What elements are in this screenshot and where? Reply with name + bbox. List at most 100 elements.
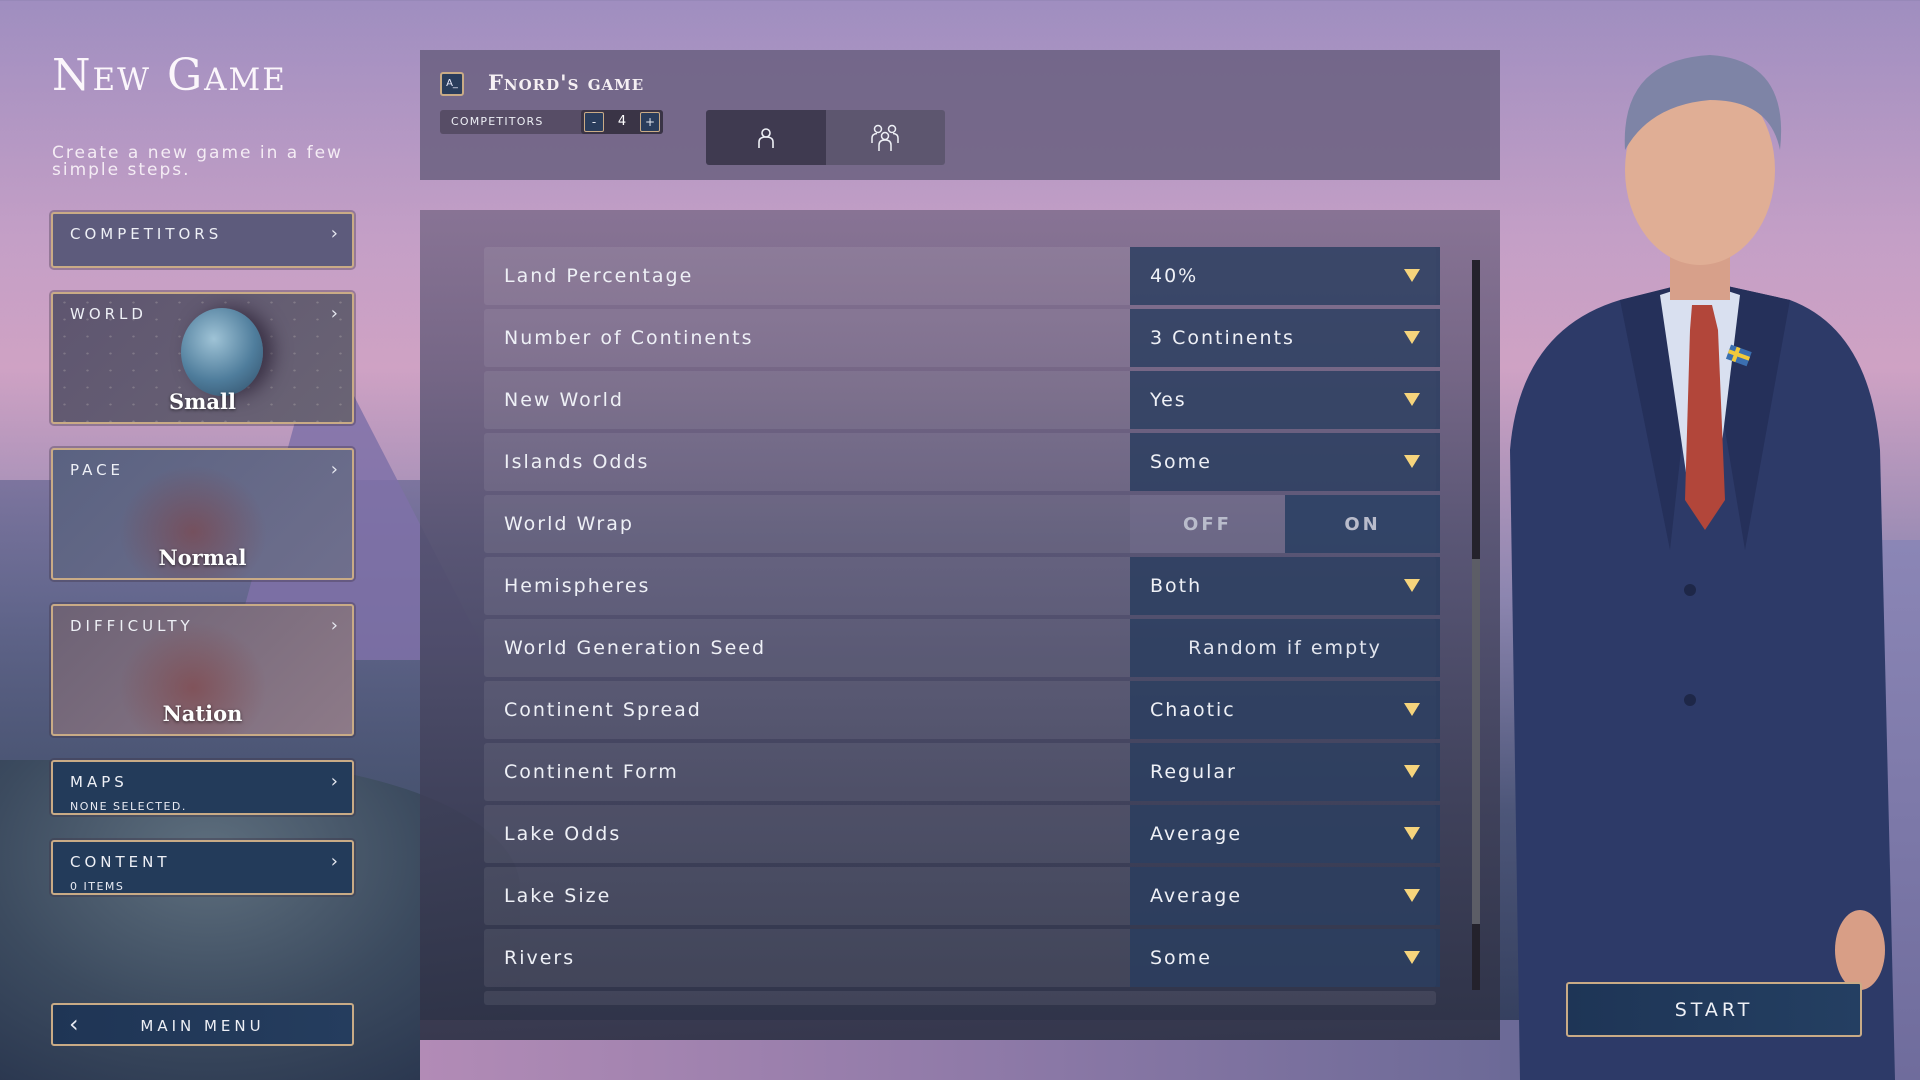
competitors-count-bar: COMPETITORS - 4 + bbox=[440, 110, 663, 134]
dropdown-value: Some bbox=[1150, 451, 1212, 473]
setting-label: Continent Spread bbox=[504, 699, 702, 721]
toggle-on-option[interactable]: ON bbox=[1285, 495, 1440, 553]
setting-dropdown[interactable]: Both bbox=[1130, 557, 1440, 615]
setting-row: New World Yes bbox=[484, 371, 1440, 429]
nav-card-value: Nation bbox=[162, 701, 243, 726]
setting-row: Islands Odds Some bbox=[484, 433, 1440, 491]
setting-row: World Wrap OFF ON bbox=[484, 495, 1440, 553]
dropdown-arrow-icon bbox=[1404, 269, 1420, 282]
start-button[interactable]: START bbox=[1566, 982, 1862, 1037]
nav-card-world[interactable]: World › Small bbox=[51, 292, 354, 424]
dropdown-value: Average bbox=[1150, 885, 1243, 907]
setting-dropdown[interactable]: Average bbox=[1130, 867, 1440, 925]
setting-label: Islands Odds bbox=[504, 451, 650, 473]
setting-dropdown[interactable]: Regular bbox=[1130, 743, 1440, 801]
dropdown-arrow-icon bbox=[1404, 703, 1420, 716]
start-label: START bbox=[1674, 999, 1754, 1021]
tab-single-player[interactable] bbox=[706, 110, 826, 165]
dropdown-arrow-icon bbox=[1404, 889, 1420, 902]
seed-placeholder: Random if empty bbox=[1188, 637, 1382, 659]
chevron-right-icon: › bbox=[330, 223, 338, 244]
setting-row: Continent Form Regular bbox=[484, 743, 1440, 801]
page-subtitle: Create a new game in a few simple steps. bbox=[52, 143, 343, 180]
competitors-stepper: - 4 + bbox=[581, 110, 663, 134]
dropdown-arrow-icon bbox=[1404, 765, 1420, 778]
setting-row-partial bbox=[484, 991, 1436, 1005]
scrollbar-thumb[interactable] bbox=[1472, 559, 1480, 925]
chevron-right-icon: › bbox=[330, 459, 338, 480]
setting-label: Lake Size bbox=[504, 885, 612, 907]
dropdown-arrow-icon bbox=[1404, 455, 1420, 468]
setting-label: World Wrap bbox=[504, 513, 634, 535]
setting-dropdown[interactable]: 40% bbox=[1130, 247, 1440, 305]
increment-button[interactable]: + bbox=[640, 112, 660, 132]
seed-input[interactable]: Random if empty bbox=[1130, 619, 1440, 677]
game-name: Fnord's game bbox=[488, 70, 645, 95]
nav-card-value: Normal bbox=[158, 545, 247, 570]
setting-label: Lake Odds bbox=[504, 823, 622, 845]
player-mode-tabs bbox=[706, 110, 945, 165]
setting-dropdown[interactable]: 3 Continents bbox=[1130, 309, 1440, 367]
setting-label: Rivers bbox=[504, 947, 576, 969]
dropdown-value: Yes bbox=[1150, 389, 1187, 411]
nav-card-label: Maps bbox=[70, 773, 128, 791]
setting-dropdown[interactable]: Chaotic bbox=[1130, 681, 1440, 739]
group-people-icon bbox=[871, 124, 899, 151]
page-title: New Game bbox=[52, 50, 287, 101]
world-settings-panel: Land Percentage 40% Number of Continents 3 … bbox=[420, 210, 1500, 1040]
chevron-right-icon: › bbox=[330, 615, 338, 636]
nav-card-label: World bbox=[70, 305, 147, 323]
setting-row: Number of Continents 3 Continents bbox=[484, 309, 1440, 367]
setting-label: Hemispheres bbox=[504, 575, 651, 597]
nav-card-label: Content bbox=[70, 853, 171, 871]
leader-figure bbox=[1510, 55, 1895, 1080]
settings-scrollbar[interactable] bbox=[1472, 260, 1480, 990]
dropdown-value: 40% bbox=[1150, 265, 1199, 287]
tab-multiplayer[interactable] bbox=[825, 110, 945, 165]
nav-card-competitors[interactable]: Competitors › bbox=[51, 212, 354, 268]
chevron-right-icon: › bbox=[330, 771, 338, 792]
setting-dropdown[interactable]: Average bbox=[1130, 805, 1440, 863]
setting-row: Continent Spread Chaotic bbox=[484, 681, 1440, 739]
setting-row: Rivers Some bbox=[484, 929, 1440, 987]
nav-card-label: Pace bbox=[70, 461, 125, 479]
globe-image bbox=[181, 308, 263, 396]
setting-row: Hemispheres Both bbox=[484, 557, 1440, 615]
dropdown-value: 3 Continents bbox=[1150, 327, 1295, 349]
nav-card-value: Small bbox=[169, 389, 236, 414]
main-menu-button[interactable]: ‹ MAIN MENU bbox=[51, 1003, 354, 1046]
nav-card-sub: None selected. bbox=[70, 800, 187, 813]
setting-row: Land Percentage 40% bbox=[484, 247, 1440, 305]
setting-row: World Generation Seed Random if empty bbox=[484, 619, 1440, 677]
toggle-off-option[interactable]: OFF bbox=[1130, 495, 1285, 553]
world-wrap-toggle: OFF ON bbox=[1130, 495, 1440, 553]
dropdown-arrow-icon bbox=[1404, 579, 1420, 592]
dropdown-value: Average bbox=[1150, 823, 1243, 845]
settings-list: Land Percentage 40% Number of Continents 3 … bbox=[484, 247, 1440, 1009]
dropdown-value: Some bbox=[1150, 947, 1212, 969]
setting-row: Lake Size Average bbox=[484, 867, 1440, 925]
dropdown-value: Chaotic bbox=[1150, 699, 1236, 721]
leader-portrait bbox=[1500, 30, 1920, 1080]
dropdown-value: Both bbox=[1150, 575, 1203, 597]
setting-label: World Generation Seed bbox=[504, 637, 767, 659]
game-header-panel: A_ Fnord's game COMPETITORS - 4 + bbox=[420, 50, 1500, 180]
setting-dropdown[interactable]: Some bbox=[1130, 929, 1440, 987]
setting-label: Number of Continents bbox=[504, 327, 754, 349]
setting-dropdown[interactable]: Yes bbox=[1130, 371, 1440, 429]
nav-card-label: Competitors bbox=[70, 225, 223, 243]
dropdown-arrow-icon bbox=[1404, 951, 1420, 964]
nav-card-content[interactable]: Content 0 items › bbox=[51, 840, 354, 895]
nav-card-pace[interactable]: Pace › Normal bbox=[51, 448, 354, 580]
dropdown-value: Regular bbox=[1150, 761, 1237, 783]
nav-card-difficulty[interactable]: Difficulty › Nation bbox=[51, 604, 354, 736]
setting-dropdown[interactable]: Some bbox=[1130, 433, 1440, 491]
setting-label: Continent Form bbox=[504, 761, 679, 783]
single-person-icon bbox=[757, 127, 774, 148]
console-icon[interactable]: A_ bbox=[440, 72, 464, 96]
chevron-right-icon: › bbox=[330, 303, 338, 324]
nav-card-label: Difficulty bbox=[70, 617, 194, 635]
nav-card-sub: 0 items bbox=[70, 880, 125, 893]
setting-row: Lake Odds Average bbox=[484, 805, 1440, 863]
nav-card-maps[interactable]: Maps None selected. › bbox=[51, 760, 354, 815]
